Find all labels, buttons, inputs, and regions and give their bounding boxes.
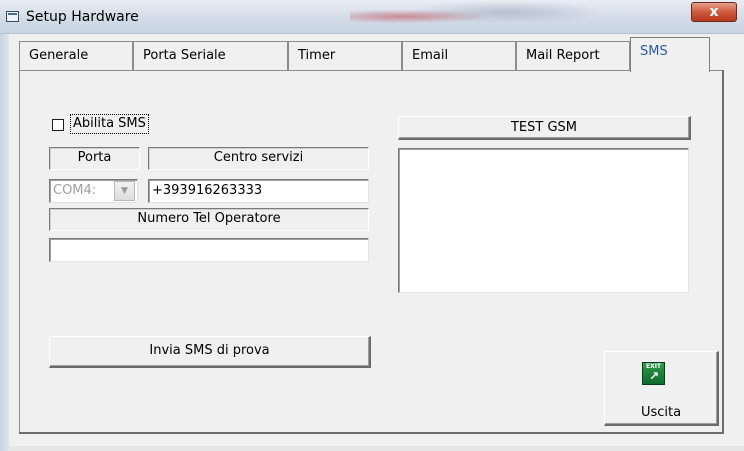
- panel-shadow-right: [722, 70, 724, 434]
- window-left-border: [0, 34, 9, 451]
- gsm-log-memo[interactable]: [398, 148, 689, 293]
- window-title: Setup Hardware: [26, 9, 139, 25]
- chevron-down-icon[interactable]: ▼: [114, 181, 135, 201]
- tab-mail-report[interactable]: Mail Report: [516, 41, 630, 71]
- tab-generale[interactable]: Generale: [19, 41, 133, 71]
- window-icon: [6, 11, 19, 22]
- enable-sms-checkbox[interactable]: [52, 119, 64, 131]
- title-bar-decoration: [350, 0, 610, 30]
- panel-shadow-bottom: [19, 432, 724, 434]
- tab-timer[interactable]: Timer: [288, 41, 402, 71]
- close-button[interactable]: x: [691, 2, 737, 22]
- send-test-sms-button[interactable]: Invia SMS di prova: [49, 336, 371, 368]
- centro-servizi-field[interactable]: +393916263333: [148, 179, 369, 203]
- tab-sms[interactable]: SMS: [630, 37, 710, 72]
- exit-button-label: Uscita: [640, 405, 682, 420]
- porta-label: Porta: [49, 147, 140, 170]
- tab-porta-seriale[interactable]: Porta Seriale: [133, 41, 288, 71]
- centro-servizi-label: Centro servizi: [148, 147, 369, 170]
- numero-tel-operatore-field[interactable]: [49, 238, 369, 262]
- test-gsm-button[interactable]: TEST GSM: [398, 116, 691, 140]
- window-bottom-border: [9, 446, 744, 451]
- enable-sms-label[interactable]: Abilita SMS: [70, 114, 149, 134]
- tab-email[interactable]: Email: [402, 41, 516, 71]
- arrow-up-right-icon: ↗: [648, 369, 660, 383]
- numero-tel-operatore-label: Numero Tel Operatore: [49, 208, 369, 231]
